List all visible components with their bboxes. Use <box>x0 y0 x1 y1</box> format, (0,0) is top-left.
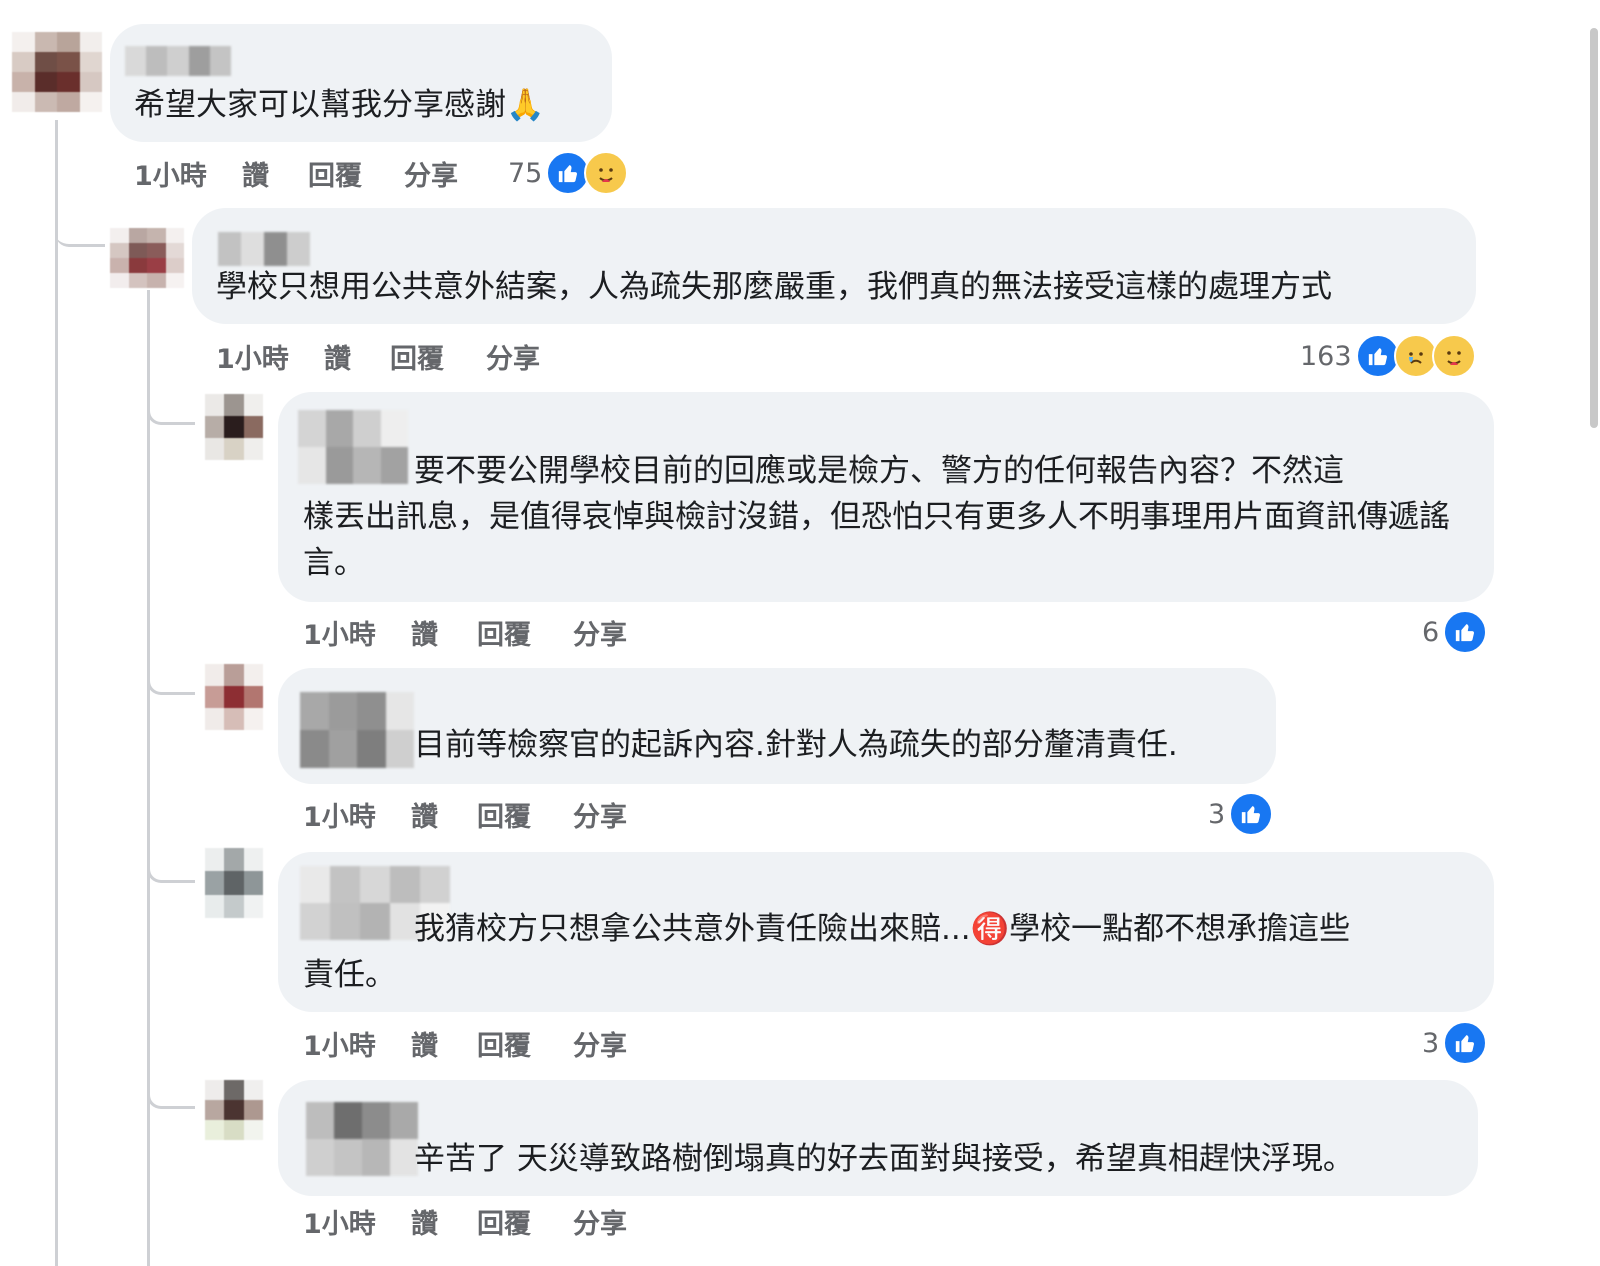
share-button[interactable]: 分享 <box>573 1024 627 1063</box>
reaction-summary[interactable]: 75 <box>508 151 629 195</box>
thread-connector-reply-3 <box>147 640 195 695</box>
avatar[interactable] <box>110 228 184 288</box>
commenter-name-blurred[interactable] <box>300 692 414 768</box>
thread-connector-reply-5 <box>147 1050 195 1109</box>
reply-button[interactable]: 回覆 <box>390 337 444 376</box>
reaction-summary[interactable]: 3 <box>1422 1021 1488 1065</box>
reaction-count: 3 <box>1422 1027 1440 1059</box>
reply-button[interactable]: 回覆 <box>477 795 531 834</box>
like-button[interactable]: 讚 <box>411 1024 438 1063</box>
timestamp[interactable]: 1小時 <box>303 1202 376 1241</box>
like-icon <box>1229 792 1274 836</box>
like-icon <box>1443 1021 1488 1065</box>
avatar[interactable] <box>205 848 263 918</box>
reaction-summary[interactable]: 6 <box>1422 610 1488 654</box>
reaction-count: 3 <box>1208 798 1226 830</box>
timestamp[interactable]: 1小時 <box>303 613 376 652</box>
like-button[interactable]: 讚 <box>411 1202 438 1241</box>
timestamp[interactable]: 1小時 <box>216 337 289 376</box>
like-button[interactable]: 讚 <box>411 613 438 652</box>
comment-text: 希望大家可以幫我分享感謝🙏 <box>134 87 545 123</box>
comment-text: 學校只想用公共意外結案，人為疏失那麼嚴重，我們真的無法接受這樣的處理方式 <box>216 269 1332 305</box>
like-button[interactable]: 讚 <box>411 795 438 834</box>
comment-text-line1: 我猜校方只想拿公共意外責任險出來賠...🉐學校一點都不想承擔這些 <box>414 911 1351 947</box>
comment-meta: 1小時 讚 回覆 分享 <box>216 337 556 376</box>
comment-meta: 1小時 讚 回覆 分享 <box>303 795 643 834</box>
comment-text: 辛苦了 天災導致路樹倒塌真的好去面對與接受，希望真相趕快浮現。 <box>414 1141 1354 1177</box>
comment-text: 樣丟出訊息，是值得哀悼與檢討沒錯，但恐怕只有更多人不明事理用片面資訊傳遞謠言。 <box>303 499 1450 581</box>
comment-text-line1: 要不要公開學校目前的回應或是檢方、警方的任何報告內容？不然這 <box>414 453 1344 489</box>
care-icon <box>1431 334 1476 378</box>
reaction-summary[interactable]: 3 <box>1208 792 1274 836</box>
reaction-count: 75 <box>508 157 543 189</box>
care-icon <box>584 151 629 195</box>
like-icon <box>1443 610 1488 654</box>
like-button[interactable]: 讚 <box>324 337 351 376</box>
avatar[interactable] <box>205 664 263 730</box>
commenter-name-blurred[interactable] <box>298 410 408 484</box>
reaction-count: 163 <box>1300 340 1352 372</box>
like-button[interactable]: 讚 <box>242 154 269 193</box>
thread-line-sub <box>147 290 150 1266</box>
comment-text: 責任。 <box>303 957 396 993</box>
share-button[interactable]: 分享 <box>486 337 540 376</box>
thread-line-main <box>55 120 58 1266</box>
reaction-count: 6 <box>1422 616 1440 648</box>
scrollbar[interactable] <box>1590 28 1598 428</box>
reply-button[interactable]: 回覆 <box>477 1024 531 1063</box>
timestamp[interactable]: 1小時 <box>134 154 207 193</box>
share-button[interactable]: 分享 <box>573 613 627 652</box>
like-icon <box>1355 334 1400 378</box>
comment-text: 目前等檢察官的起訴內容.針對人為疏失的部分釐清責任. <box>414 727 1178 763</box>
comment-meta: 1小時 讚 回覆 分享 <box>303 613 643 652</box>
commenter-name-blurred[interactable] <box>306 1102 418 1176</box>
share-button[interactable]: 分享 <box>573 1202 627 1241</box>
thread-connector-reply-1 <box>55 190 105 247</box>
commenter-name-blurred[interactable] <box>125 46 231 76</box>
avatar[interactable] <box>205 394 263 460</box>
reply-button[interactable]: 回覆 <box>477 613 531 652</box>
avatar[interactable] <box>12 32 102 112</box>
share-button[interactable]: 分享 <box>573 795 627 834</box>
timestamp[interactable]: 1小時 <box>303 1024 376 1063</box>
avatar[interactable] <box>205 1080 263 1140</box>
comment-meta: 1小時 讚 回覆 分享 <box>134 154 474 193</box>
comment-meta: 1小時 讚 回覆 分享 <box>303 1202 643 1241</box>
thread-connector-reply-4 <box>147 820 195 883</box>
reaction-summary[interactable]: 163 <box>1300 334 1476 378</box>
share-button[interactable]: 分享 <box>404 154 458 193</box>
sad-icon <box>1393 334 1438 378</box>
commenter-name-blurred[interactable] <box>218 232 310 266</box>
thread-connector-reply-2 <box>147 370 195 425</box>
comment-meta: 1小時 讚 回覆 分享 <box>303 1024 643 1063</box>
reply-button[interactable]: 回覆 <box>477 1202 531 1241</box>
reply-button[interactable]: 回覆 <box>308 154 362 193</box>
timestamp[interactable]: 1小時 <box>303 795 376 834</box>
